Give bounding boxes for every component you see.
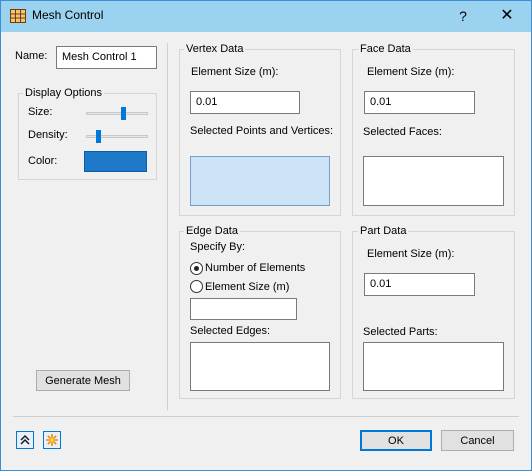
specify-by-label: Specify By: [190,241,246,253]
part-size-label: Element Size (m): [367,248,455,260]
footer-separator [13,416,519,417]
number-of-elements-label[interactable]: Number of Elements [205,262,305,274]
selected-parts-list[interactable] [363,342,504,391]
close-button[interactable]: ✕ [495,5,519,27]
edge-data-title: Edge Data [184,225,240,237]
collapse-button[interactable] [16,431,34,449]
grid-app-icon [10,9,26,23]
size-slider[interactable] [86,112,148,115]
display-options-title: Display Options [23,87,105,99]
part-size-input[interactable]: 0.01 [364,273,475,296]
vertex-size-input[interactable]: 0.01 [190,91,300,114]
name-input[interactable]: Mesh Control 1 [56,46,157,69]
cancel-button[interactable]: Cancel [441,430,514,451]
window-title: Mesh Control [32,8,104,22]
part-selected-label: Selected Parts: [363,326,438,338]
double-chevron-up-icon [20,434,30,445]
mesh-control-dialog: Mesh Control ? ✕ Name: Mesh Control 1 Di… [0,0,532,471]
part-data-title: Part Data [358,225,409,237]
name-label: Name: [15,50,48,62]
size-slider-thumb[interactable] [121,107,127,120]
face-size-input[interactable]: 0.01 [364,91,475,114]
element-size-option-label[interactable]: Element Size (m) [205,281,289,293]
element-size-radio[interactable] [190,280,203,293]
vertex-data-title: Vertex Data [184,43,246,55]
number-of-elements-radio[interactable] [190,262,203,275]
face-data-title: Face Data [358,43,413,55]
help-button[interactable]: ? [451,5,475,27]
edge-selected-label: Selected Edges: [190,325,271,337]
edge-size-input[interactable] [190,298,297,320]
ok-button[interactable]: OK [360,430,432,451]
starburst-icon [46,434,58,446]
selected-points-list[interactable] [190,156,330,206]
selected-faces-list[interactable] [363,156,504,206]
selected-edges-list[interactable] [190,342,330,391]
density-slider-thumb[interactable] [96,130,102,143]
density-label: Density: [28,129,68,141]
highlight-button[interactable] [43,431,61,449]
size-label: Size: [28,106,53,118]
vertex-size-label: Element Size (m): [191,66,279,78]
color-label: Color: [28,155,58,167]
title-bar[interactable]: Mesh Control ? ✕ [1,1,531,32]
column-separator [167,43,168,410]
face-size-label: Element Size (m): [367,66,455,78]
generate-mesh-button[interactable]: Generate Mesh [36,370,130,391]
face-selected-label: Selected Faces: [363,126,442,138]
vertex-selected-label: Selected Points and Vertices: [190,125,334,137]
color-swatch[interactable] [84,151,147,172]
